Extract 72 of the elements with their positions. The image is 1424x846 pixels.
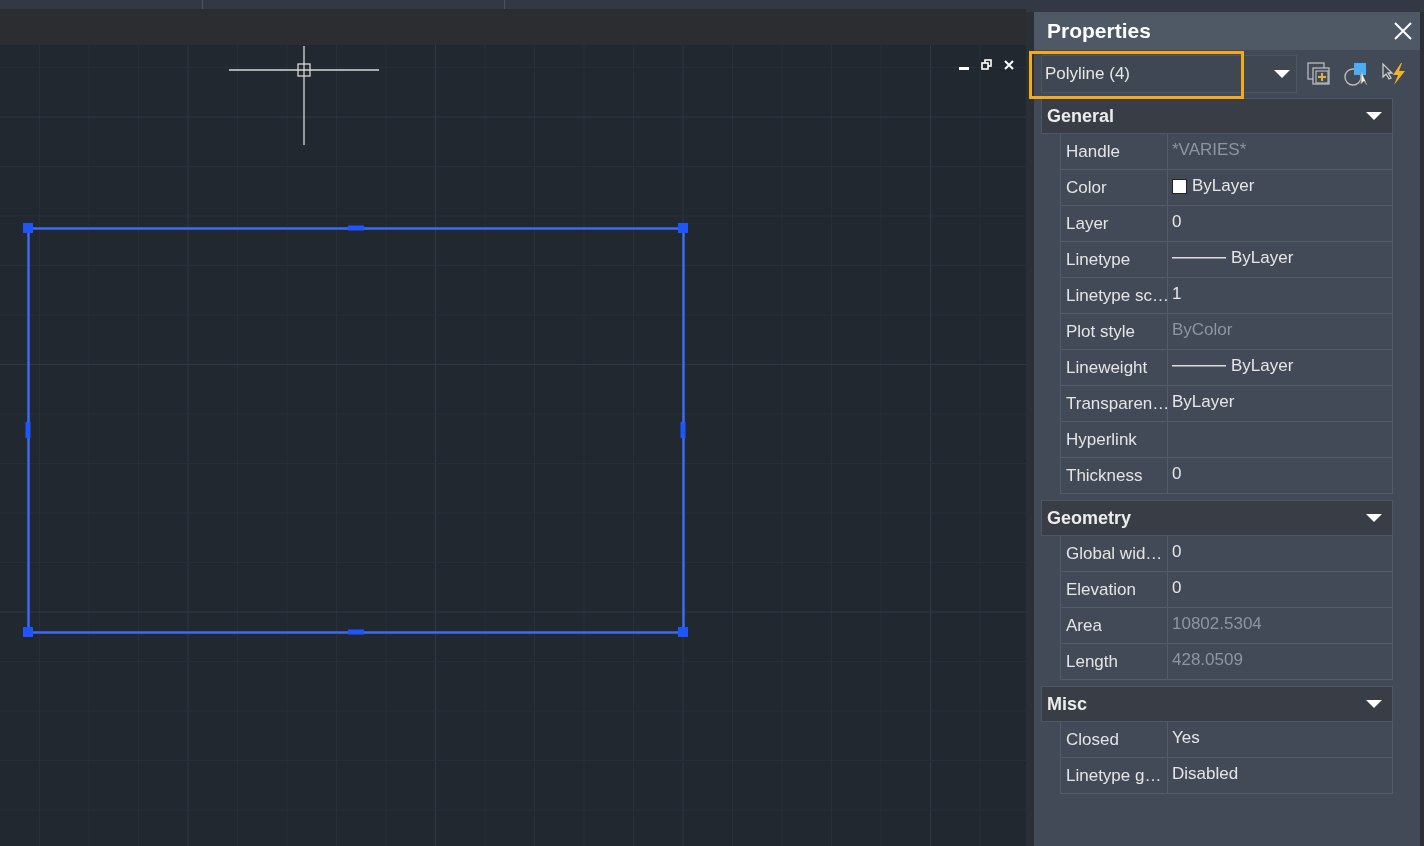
value-text: ByLayer	[1231, 247, 1294, 268]
section-header[interactable]: Misc	[1041, 686, 1393, 722]
property-label: Elevation	[1061, 572, 1168, 607]
value-text: 0	[1172, 541, 1182, 562]
property-label: Transparen…	[1061, 386, 1168, 421]
property-value[interactable]: 1	[1168, 278, 1392, 313]
grip-handle[interactable]	[23, 627, 33, 637]
value-text: 0	[1172, 211, 1182, 232]
property-label: Layer	[1061, 206, 1168, 241]
value-text: 0	[1172, 577, 1182, 598]
value-text: ByColor	[1172, 319, 1233, 340]
property-value[interactable]: ByLayer	[1168, 170, 1392, 205]
section-header[interactable]: Geometry	[1041, 500, 1393, 536]
property-value[interactable]: Yes	[1168, 722, 1392, 757]
close-icon	[1004, 60, 1014, 70]
property-label: Handle	[1061, 134, 1168, 169]
property-label: Global wid…	[1061, 536, 1168, 571]
grip-handle[interactable]	[678, 627, 688, 637]
grip-handle[interactable]	[25, 422, 31, 438]
value-text: ByLayer	[1192, 175, 1255, 196]
value-text: 428.0509	[1172, 649, 1243, 670]
grip-handle[interactable]	[23, 223, 33, 233]
close-icon	[1394, 22, 1412, 40]
polyline-rectangle[interactable]	[27, 227, 685, 634]
restore-icon	[981, 59, 992, 70]
value-text: ByLayer	[1231, 355, 1294, 376]
grip-handle[interactable]	[348, 629, 364, 635]
line-sample-icon	[1172, 364, 1226, 367]
shape-cursor-icon	[1344, 61, 1369, 87]
collapse-arrow-icon	[1366, 512, 1382, 524]
section-header[interactable]: General	[1041, 98, 1393, 134]
property-value[interactable]: Disabled	[1168, 758, 1392, 793]
property-label: Plot style	[1061, 314, 1168, 349]
restore-button[interactable]	[979, 57, 994, 72]
property-value[interactable]: ByLayer	[1168, 242, 1392, 277]
grip-handle[interactable]	[680, 422, 686, 438]
property-label: Length	[1061, 644, 1168, 679]
value-text: ByLayer	[1172, 391, 1235, 412]
property-value[interactable]: 0	[1168, 458, 1392, 493]
value-text: 1	[1172, 283, 1182, 304]
line-sample-icon	[1172, 256, 1226, 259]
grip-handle[interactable]	[348, 225, 364, 231]
property-value[interactable]: 0	[1168, 572, 1392, 607]
property-value[interactable]: 0	[1168, 206, 1392, 241]
panel-title: Properties	[1047, 19, 1151, 43]
property-label: Linetype g…	[1061, 758, 1168, 793]
property-label: Color	[1061, 170, 1168, 205]
value-text: 10802.5304	[1172, 613, 1262, 634]
property-label: Thickness	[1061, 458, 1168, 493]
property-value[interactable]: ByLayer	[1168, 350, 1392, 385]
property-label: Hyperlink	[1061, 422, 1168, 457]
caret-icon	[1274, 69, 1290, 79]
property-label: Linetype	[1061, 242, 1168, 277]
minimize-icon	[959, 67, 969, 70]
collapse-arrow-icon	[1366, 110, 1382, 122]
property-row[interactable]: Hyperlink	[1060, 422, 1393, 458]
collapse-arrow-icon	[1366, 698, 1382, 710]
property-label: Lineweight	[1061, 350, 1168, 385]
close-button[interactable]	[1392, 20, 1414, 42]
property-value[interactable]: ByLayer	[1168, 386, 1392, 421]
value-text: Yes	[1172, 727, 1200, 748]
value-text: Disabled	[1172, 763, 1239, 784]
grip-handle[interactable]	[678, 223, 688, 233]
property-label: Closed	[1061, 722, 1168, 757]
property-value[interactable]: 0	[1168, 536, 1392, 571]
squares-plus-icon	[1307, 61, 1332, 87]
value-text: *VARIES*	[1172, 139, 1247, 160]
property-label: Area	[1061, 608, 1168, 643]
object-type-dropdown[interactable]: Polyline (4)	[1041, 55, 1297, 93]
close-button[interactable]	[1002, 58, 1016, 72]
value-text: 0	[1172, 463, 1182, 484]
property-label: Linetype sc…	[1061, 278, 1168, 313]
